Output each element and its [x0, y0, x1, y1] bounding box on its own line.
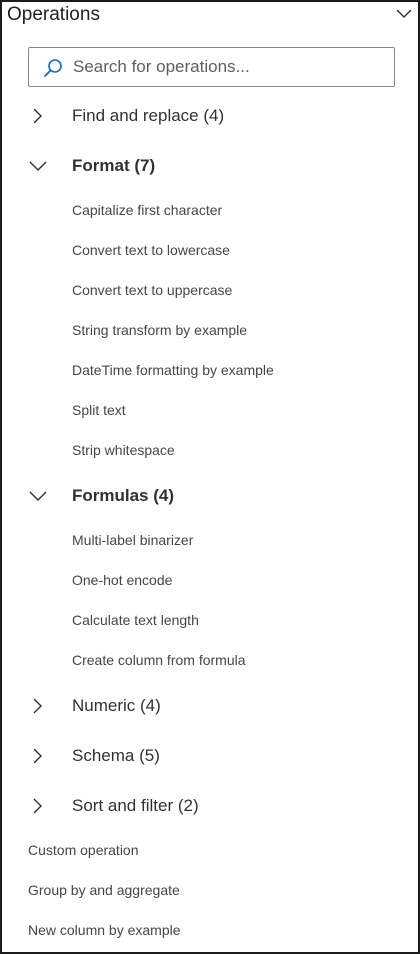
operation-convert-to-uppercase[interactable]: Convert text to uppercase [72, 278, 232, 302]
collapse-panel-button[interactable] [394, 4, 414, 24]
operation-one-hot-encode[interactable]: One-hot encode [72, 568, 172, 592]
group-label: Sort and filter (2) [72, 796, 199, 815]
group-find-and-replace[interactable]: Find and replace (4) [2, 98, 418, 134]
operation-strip-whitespace[interactable]: Strip whitespace [72, 438, 175, 462]
group-sort-and-filter[interactable]: Sort and filter (2) [2, 788, 418, 824]
operation-group-by-and-aggregate[interactable]: Group by and aggregate [28, 878, 180, 902]
panel-title: Operations [7, 4, 100, 25]
operation-new-column-by-example[interactable]: New column by example [28, 918, 181, 942]
operation-calculate-text-length[interactable]: Calculate text length [72, 608, 199, 632]
operation-string-transform-by-example[interactable]: String transform by example [72, 318, 247, 342]
search-box[interactable] [28, 47, 395, 87]
operation-datetime-formatting-by-example[interactable]: DateTime formatting by example [72, 358, 274, 382]
operation-convert-to-lowercase[interactable]: Convert text to lowercase [72, 238, 230, 262]
chevron-down-icon [29, 487, 47, 505]
chevron-down-icon [29, 157, 47, 175]
operation-multi-label-binarizer[interactable]: Multi-label binarizer [72, 528, 193, 552]
group-schema[interactable]: Schema (5) [2, 738, 418, 774]
search-icon [43, 58, 63, 78]
group-label: Schema (5) [72, 746, 160, 765]
group-label: Format (7) [72, 156, 156, 175]
group-label: Find and replace (4) [72, 106, 225, 125]
chevron-right-icon [29, 797, 47, 815]
chevron-right-icon [29, 747, 47, 765]
panel-header: Operations [2, 2, 418, 30]
group-label: Formulas (4) [72, 486, 175, 505]
operation-capitalize-first-character[interactable]: Capitalize first character [72, 198, 222, 222]
operation-create-column-from-formula[interactable]: Create column from formula [72, 648, 246, 672]
group-formulas[interactable]: Formulas (4) [2, 478, 418, 514]
group-format[interactable]: Format (7) [2, 148, 418, 184]
chevron-right-icon [29, 697, 47, 715]
operations-panel: Operations Find and replace (4) Format (… [0, 0, 420, 954]
chevron-down-icon [396, 9, 412, 18]
operation-split-text[interactable]: Split text [72, 398, 126, 422]
operation-custom-operation[interactable]: Custom operation [28, 838, 139, 862]
group-label: Numeric (4) [72, 696, 161, 715]
group-numeric[interactable]: Numeric (4) [2, 688, 418, 724]
search-input[interactable] [73, 52, 383, 82]
chevron-right-icon [29, 107, 47, 125]
